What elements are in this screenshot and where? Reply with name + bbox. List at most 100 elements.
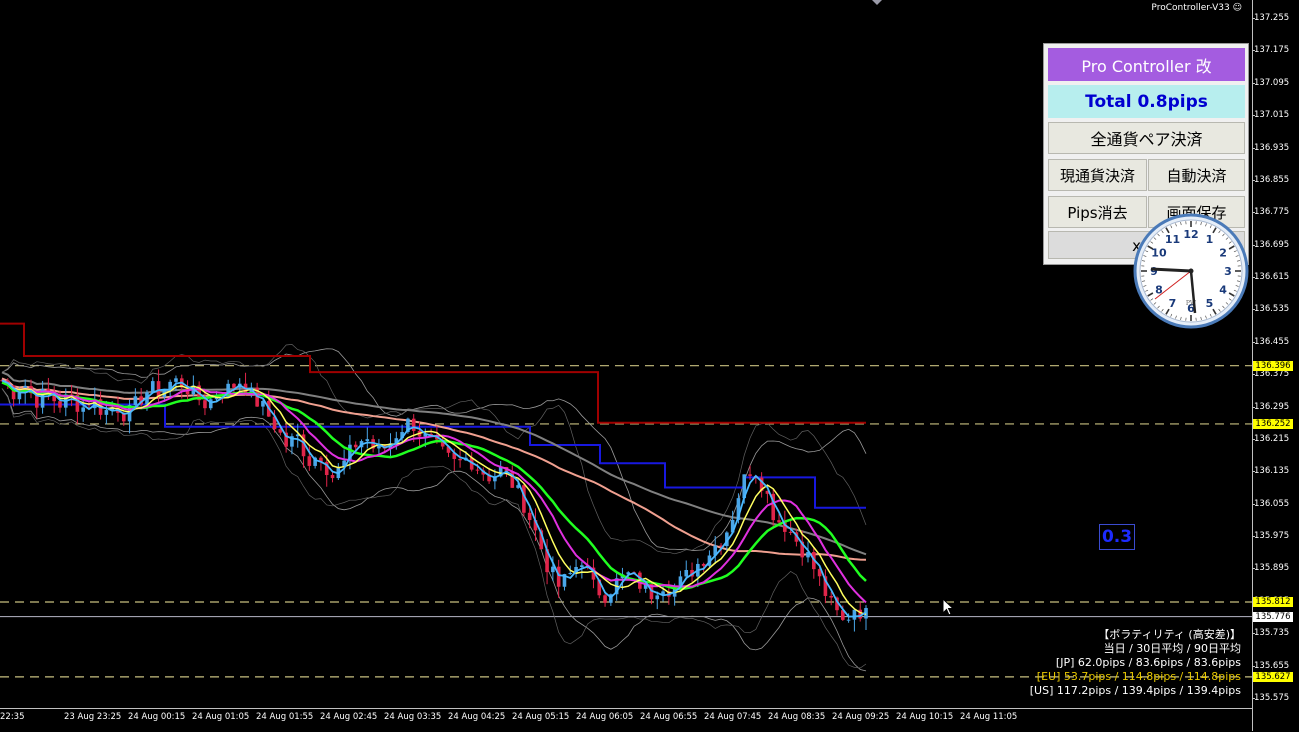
candle-body xyxy=(789,532,793,533)
clock-number: 1 xyxy=(1206,233,1214,246)
price-tick-label: 136.055 xyxy=(1254,499,1289,509)
clock-number: 4 xyxy=(1219,284,1227,297)
price-tick-mark xyxy=(1252,471,1255,472)
candle-body xyxy=(603,595,607,603)
time-tick-label: 23 Aug 23:25 xyxy=(64,712,121,722)
price-tick-label: 136.935 xyxy=(1254,143,1289,153)
candle-body xyxy=(557,567,561,587)
candle-body xyxy=(18,393,22,399)
price-tick-label: 137.255 xyxy=(1254,13,1289,23)
pip-counter-box: 0.3 xyxy=(1099,524,1135,550)
price-tick-mark xyxy=(1252,536,1255,537)
price-tick-label: 135.975 xyxy=(1254,531,1289,541)
price-tick-label: 136.535 xyxy=(1254,304,1289,314)
volatility-subtitle: 当日 / 30日平均 / 90日平均 xyxy=(1030,642,1241,656)
candle-body xyxy=(458,459,462,460)
panel-title[interactable]: Pro Controller 改 xyxy=(1048,48,1245,81)
candle-body xyxy=(232,384,236,388)
candle-body xyxy=(476,470,480,471)
time-tick-label: 24 Aug 03:35 xyxy=(384,712,441,722)
candle-body xyxy=(748,474,752,476)
price-tick-label: 136.615 xyxy=(1254,272,1289,282)
mouse-cursor-icon xyxy=(942,598,956,618)
price-tick-label: 136.455 xyxy=(1254,337,1289,347)
price-tick-mark xyxy=(1252,277,1255,278)
candle-body xyxy=(853,610,857,620)
price-tick-label: 136.775 xyxy=(1254,207,1289,217)
candle-body xyxy=(81,407,85,411)
candle-body xyxy=(354,445,358,448)
price-tick-label: 137.015 xyxy=(1254,110,1289,120)
price-tick-label: 136.855 xyxy=(1254,175,1289,185)
clock-number: 7 xyxy=(1169,297,1177,310)
price-tick-label: 135.655 xyxy=(1254,661,1289,671)
time-tick-label: 24 Aug 06:05 xyxy=(576,712,633,722)
price-level-label: 136.396 xyxy=(1253,361,1293,371)
bollinger-outer-lower-line xyxy=(2,389,866,668)
candle-body xyxy=(684,570,688,576)
indicator-title: ProController-V33 ☺ xyxy=(1151,3,1242,13)
time-tick-label: 24 Aug 05:15 xyxy=(512,712,569,722)
close-all-pairs-button[interactable]: 全通貨ペア決済 xyxy=(1048,122,1245,154)
candle-body xyxy=(366,439,370,441)
price-tick-mark xyxy=(1252,115,1255,116)
candle-body xyxy=(655,595,659,599)
time-tick-label: 24 Aug 00:15 xyxy=(128,712,185,722)
price-tick-mark xyxy=(1252,148,1255,149)
price-tick-label: 136.695 xyxy=(1254,240,1289,250)
candle-body xyxy=(829,596,833,598)
price-tick-label: 137.095 xyxy=(1254,78,1289,88)
price-tick-label: 136.215 xyxy=(1254,434,1289,444)
price-tick-mark xyxy=(1252,439,1255,440)
bollinger-lower-line xyxy=(2,389,866,671)
auto-close-button[interactable]: 自動決済 xyxy=(1148,159,1245,191)
total-pips-display: Total 0.8pips xyxy=(1048,85,1245,118)
price-tick-mark xyxy=(1252,309,1255,310)
candle-body xyxy=(847,620,851,621)
clock-number: 11 xyxy=(1165,233,1180,246)
price-tick-mark xyxy=(1252,180,1255,181)
clock-number: 5 xyxy=(1206,297,1214,310)
candle-body xyxy=(702,564,706,566)
clock-number: 8 xyxy=(1155,284,1163,297)
clock-hour-hand xyxy=(1151,269,1191,271)
clock-number: 2 xyxy=(1219,247,1227,260)
candle-body xyxy=(105,410,109,415)
price-tick-mark xyxy=(1252,633,1255,634)
time-tick-label: 24 Aug 11:05 xyxy=(960,712,1017,722)
clock-number: 12 xyxy=(1183,228,1198,241)
price-tick-label: 136.135 xyxy=(1254,466,1289,476)
candle-body xyxy=(151,381,155,392)
volatility-jp: [JP] 62.0pips / 83.6pips / 83.6pips xyxy=(1030,656,1241,670)
volatility-title: 【ボラティリティ (高安差)】 xyxy=(1030,628,1241,642)
price-tick-label: 136.375 xyxy=(1254,369,1289,379)
price-tick-mark xyxy=(1252,83,1255,84)
price-tick-mark xyxy=(1252,504,1255,505)
price-tick-mark xyxy=(1252,50,1255,51)
clock-number: 10 xyxy=(1151,247,1167,260)
time-tick-label: 24 Aug 01:55 xyxy=(256,712,313,722)
candle-body xyxy=(777,520,781,522)
clock-number: 3 xyxy=(1224,265,1232,278)
clock-number: 9 xyxy=(1150,265,1158,278)
time-tick-label: 24 Aug 02:45 xyxy=(320,712,377,722)
indicator-title-text: ProController-V33 xyxy=(1151,3,1229,13)
price-tick-label: 135.575 xyxy=(1254,693,1289,703)
candle-body xyxy=(568,573,572,574)
price-tick-mark xyxy=(1252,342,1255,343)
ma-cyan-line xyxy=(2,380,866,616)
candle-body xyxy=(412,419,416,431)
volatility-eu: [EU] 53.7pips / 114.8pips / 114.8pips xyxy=(1030,670,1241,684)
price-tick-mark xyxy=(1252,18,1255,19)
price-tick-label: 137.175 xyxy=(1254,45,1289,55)
close-current-pair-button[interactable]: 現通貨決済 xyxy=(1048,159,1147,191)
scroll-marker[interactable] xyxy=(872,0,882,5)
candle-body xyxy=(528,513,532,520)
price-tick-mark xyxy=(1252,374,1255,375)
time-tick-label: 24 Aug 07:45 xyxy=(704,712,761,722)
candle-body xyxy=(58,401,62,407)
analog-clock: 121234567891011 PW xyxy=(1133,213,1249,329)
price-tick-mark xyxy=(1252,568,1255,569)
smiley-icon: ☺ xyxy=(1233,3,1242,13)
price-tick-mark xyxy=(1252,407,1255,408)
